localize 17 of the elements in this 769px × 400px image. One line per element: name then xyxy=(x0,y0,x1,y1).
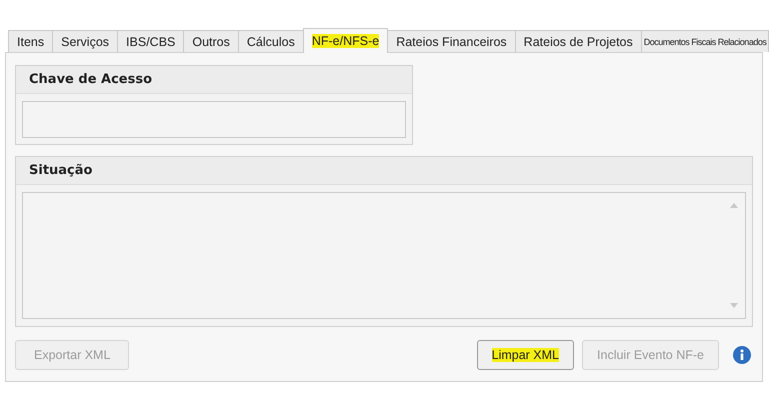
input-field[interactable] xyxy=(22,101,406,138)
text-area[interactable] xyxy=(22,192,746,319)
button[interactable]: Limpar XML xyxy=(476,340,574,370)
tab[interactable]: Rateios Financeiros xyxy=(387,30,516,52)
tab[interactable]: Cálculos xyxy=(238,30,304,52)
info-icon[interactable] xyxy=(733,346,751,364)
tab[interactable]: Outros xyxy=(183,30,239,52)
scroll-down-icon[interactable] xyxy=(730,303,738,308)
group-title: Situação xyxy=(29,163,92,178)
group-title: Chave de Acesso xyxy=(29,72,152,87)
tab[interactable]: NF-e/NFS-e xyxy=(302,28,388,53)
tab[interactable]: Serviços xyxy=(52,30,118,52)
tab[interactable]: IBS/CBS xyxy=(117,30,184,52)
scroll-up-icon[interactable] xyxy=(730,203,738,208)
tab[interactable]: Documentos Fiscais Relacionados xyxy=(640,30,769,52)
tab[interactable]: Rateios de Projetos xyxy=(514,30,642,52)
tab[interactable]: Itens xyxy=(8,30,54,52)
